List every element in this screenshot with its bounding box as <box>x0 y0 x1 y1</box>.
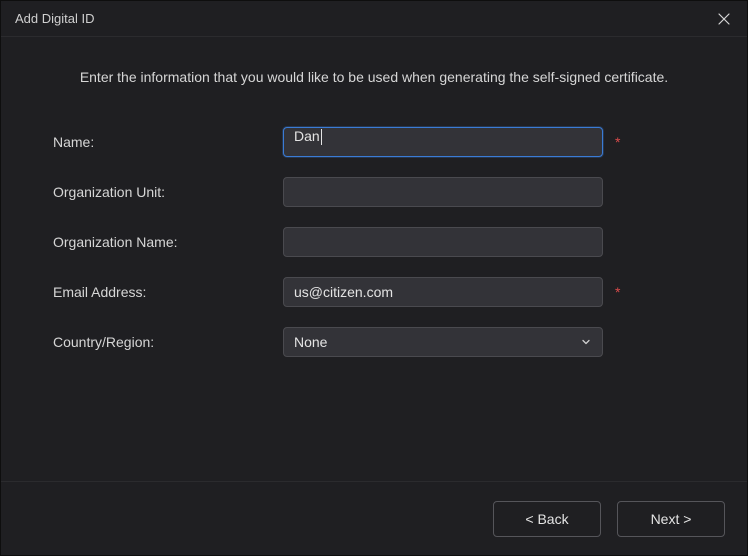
text-caret <box>321 129 322 145</box>
dialog-content: Enter the information that you would lik… <box>1 37 747 481</box>
certificate-form: Name: Dan * Organization Unit: Organizat… <box>37 127 711 357</box>
org-unit-label: Organization Unit: <box>53 184 283 200</box>
row-org-unit: Organization Unit: <box>53 177 695 207</box>
name-value: Dan <box>294 128 320 144</box>
org-name-input[interactable] <box>283 227 603 257</box>
row-email: Email Address: * <box>53 277 695 307</box>
instructions-text: Enter the information that you would lik… <box>37 69 711 85</box>
email-field-wrap <box>283 277 603 307</box>
row-name: Name: Dan * <box>53 127 695 157</box>
chevron-down-icon <box>580 336 592 348</box>
country-select[interactable]: None <box>283 327 603 357</box>
org-unit-input[interactable] <box>283 177 603 207</box>
titlebar: Add Digital ID <box>1 1 747 37</box>
back-button[interactable]: < Back <box>493 501 601 537</box>
close-button[interactable] <box>715 10 733 28</box>
name-input[interactable]: Dan <box>283 127 603 157</box>
dialog-footer: < Back Next > <box>1 481 747 555</box>
row-country: Country/Region: None <box>53 327 695 357</box>
name-field-wrap: Dan <box>283 127 603 157</box>
next-button[interactable]: Next > <box>617 501 725 537</box>
email-label: Email Address: <box>53 284 283 300</box>
country-label: Country/Region: <box>53 334 283 350</box>
name-label: Name: <box>53 134 283 150</box>
close-icon <box>718 13 730 25</box>
email-input[interactable] <box>283 277 603 307</box>
org-name-field-wrap <box>283 227 603 257</box>
org-name-label: Organization Name: <box>53 234 283 250</box>
row-org-name: Organization Name: <box>53 227 695 257</box>
org-unit-field-wrap <box>283 177 603 207</box>
required-marker: * <box>615 134 620 150</box>
dialog-title: Add Digital ID <box>15 11 94 26</box>
country-value: None <box>294 334 327 350</box>
add-digital-id-dialog: Add Digital ID Enter the information tha… <box>0 0 748 556</box>
country-field-wrap: None <box>283 327 603 357</box>
required-marker: * <box>615 284 620 300</box>
